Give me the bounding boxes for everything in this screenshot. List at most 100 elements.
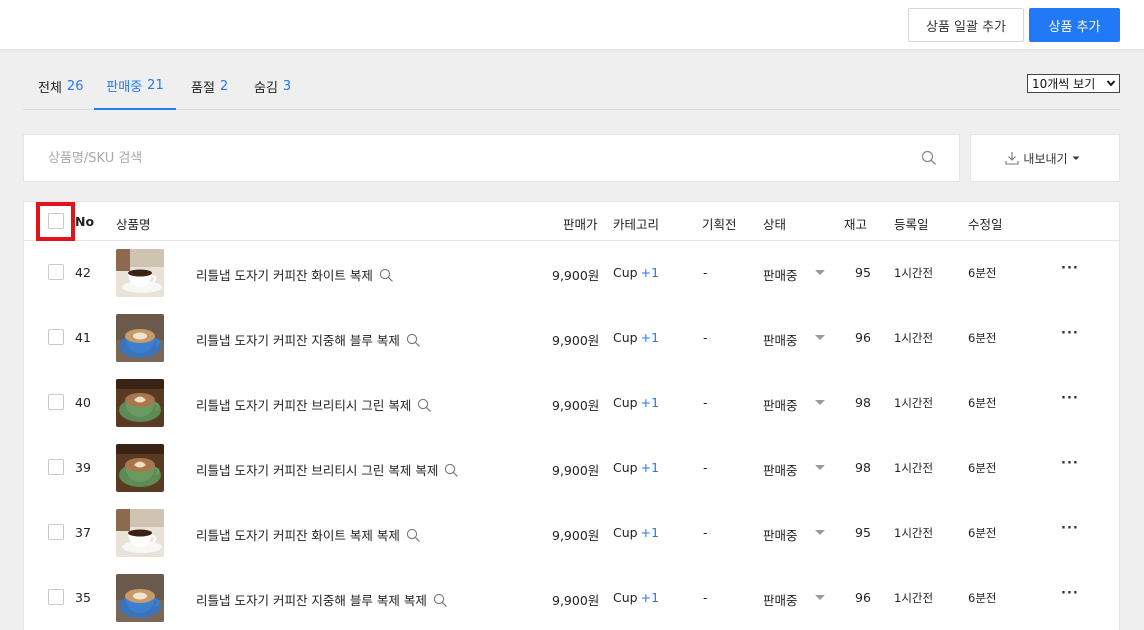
status-select[interactable]: 판매중 bbox=[763, 395, 798, 414]
status-select[interactable]: 판매중 bbox=[763, 265, 798, 284]
row-category: Cup +1 bbox=[613, 590, 659, 605]
row-promo: - bbox=[703, 330, 708, 345]
preview-search-icon[interactable] bbox=[379, 268, 394, 283]
status-dropdown-icon[interactable] bbox=[815, 530, 825, 535]
tab-on-sale[interactable]: 판매중 21 bbox=[94, 62, 176, 110]
row-updated: 6분전 bbox=[968, 266, 997, 280]
category-more[interactable]: +1 bbox=[641, 590, 659, 605]
more-options-icon[interactable]: ··· bbox=[1061, 456, 1079, 471]
table-row[interactable]: 35 리틀냅 도자기 커피잔 지중해 블루 복제 복제 9,900원 Cup +1 - 판매… bbox=[24, 566, 1121, 630]
status-value: 판매중 bbox=[763, 463, 798, 478]
product-name[interactable]: 리틀냅 도자기 커피잔 지중해 블루 복제 bbox=[196, 333, 400, 348]
status-dropdown-icon[interactable] bbox=[815, 335, 825, 340]
product-name[interactable]: 리틀냅 도자기 커피잔 화이트 복제 복제 bbox=[196, 528, 400, 543]
category-more[interactable]: +1 bbox=[641, 460, 659, 475]
tab-sold-out[interactable]: 품절 2 bbox=[191, 62, 228, 110]
row-price: 9,900원 bbox=[552, 593, 600, 608]
row-updated: 6분전 bbox=[968, 526, 997, 540]
preview-search-icon[interactable] bbox=[433, 593, 448, 608]
table-row[interactable]: 40 리틀냅 도자기 커피잔 브리티시 그린 복제 9,900원 Cup +1 - 판매중 9… bbox=[24, 371, 1121, 436]
page-size-select[interactable]: 10개씩 보기 bbox=[1027, 74, 1120, 93]
status-value: 판매중 bbox=[763, 268, 798, 283]
preview-search-icon[interactable] bbox=[444, 463, 459, 478]
status-dropdown-icon[interactable] bbox=[815, 465, 825, 470]
product-name-cell: 리틀냅 도자기 커피잔 브리티시 그린 복제 복제 bbox=[196, 460, 459, 479]
col-status: 상태 bbox=[763, 217, 787, 232]
product-thumbnail[interactable] bbox=[116, 314, 164, 362]
row-created: 1시간전 bbox=[894, 396, 934, 410]
table-row[interactable]: 39 리틀냅 도자기 커피잔 브리티시 그린 복제 복제 9,900원 Cup +1 - 판… bbox=[24, 436, 1121, 501]
select-all-checkbox[interactable] bbox=[48, 213, 64, 229]
product-thumbnail[interactable] bbox=[116, 379, 164, 427]
category-more[interactable]: +1 bbox=[641, 525, 659, 540]
row-checkbox[interactable] bbox=[48, 459, 64, 475]
status-dropdown-icon[interactable] bbox=[815, 270, 825, 275]
more-options-icon[interactable]: ··· bbox=[1061, 391, 1079, 406]
col-created: 등록일 bbox=[894, 217, 929, 232]
col-promo: 기획전 bbox=[702, 217, 737, 232]
product-thumbnail[interactable] bbox=[116, 444, 164, 492]
row-checkbox[interactable] bbox=[48, 394, 64, 410]
status-select[interactable]: 판매중 bbox=[763, 590, 798, 609]
table-row[interactable]: 37 리틀냅 도자기 커피잔 화이트 복제 복제 9,900원 Cup +1 - 판매중 95… bbox=[24, 501, 1121, 566]
row-updated: 6분전 bbox=[968, 461, 997, 475]
category-more[interactable]: +1 bbox=[641, 330, 659, 345]
row-price: 9,900원 bbox=[552, 463, 600, 478]
category-name: Cup bbox=[613, 395, 638, 410]
product-thumbnail[interactable] bbox=[116, 249, 164, 297]
row-no: 42 bbox=[75, 265, 91, 280]
row-promo: - bbox=[703, 265, 708, 280]
row-stock: 96 bbox=[855, 330, 871, 345]
add-product-button[interactable]: 상품 추가 bbox=[1029, 8, 1120, 42]
status-dropdown-icon[interactable] bbox=[815, 595, 825, 600]
row-updated: 6분전 bbox=[968, 591, 997, 605]
search-bar bbox=[23, 134, 960, 182]
row-checkbox[interactable] bbox=[48, 329, 64, 345]
row-checkbox[interactable] bbox=[48, 589, 64, 605]
more-options-icon[interactable]: ··· bbox=[1061, 586, 1079, 601]
category-more[interactable]: +1 bbox=[641, 265, 659, 280]
row-category: Cup +1 bbox=[613, 525, 659, 540]
table-row[interactable]: 42 리틀냅 도자기 커피잔 화이트 복제 9,900원 Cup +1 - 판매중 95 1시간… bbox=[24, 241, 1121, 306]
row-created: 1시간전 bbox=[894, 331, 934, 345]
preview-search-icon[interactable] bbox=[406, 528, 421, 543]
status-select[interactable]: 판매중 bbox=[763, 330, 798, 349]
search-icon[interactable] bbox=[921, 150, 937, 166]
row-promo: - bbox=[703, 395, 708, 410]
more-options-icon[interactable]: ··· bbox=[1061, 326, 1079, 341]
row-checkbox[interactable] bbox=[48, 524, 64, 540]
col-name: 상품명 bbox=[116, 217, 151, 232]
tab-hidden[interactable]: 숨김 3 bbox=[254, 62, 291, 110]
preview-search-icon[interactable] bbox=[406, 333, 421, 348]
status-select[interactable]: 판매중 bbox=[763, 460, 798, 479]
product-name[interactable]: 리틀냅 도자기 커피잔 브리티시 그린 복제 복제 bbox=[196, 463, 438, 478]
row-price: 9,900원 bbox=[552, 333, 600, 348]
preview-search-icon[interactable] bbox=[417, 398, 432, 413]
category-more[interactable]: +1 bbox=[641, 395, 659, 410]
col-stock: 재고 bbox=[844, 217, 868, 232]
row-category: Cup +1 bbox=[613, 395, 659, 410]
caret-down-icon bbox=[1072, 156, 1080, 160]
product-name[interactable]: 리틀냅 도자기 커피잔 화이트 복제 bbox=[196, 268, 373, 283]
row-created: 1시간전 bbox=[894, 591, 934, 605]
product-thumbnail[interactable] bbox=[116, 509, 164, 557]
status-dropdown-icon[interactable] bbox=[815, 400, 825, 405]
product-name[interactable]: 리틀냅 도자기 커피잔 브리티시 그린 복제 bbox=[196, 398, 411, 413]
row-created: 1시간전 bbox=[894, 266, 934, 280]
product-thumbnail[interactable] bbox=[116, 574, 164, 622]
bulk-add-button[interactable]: 상품 일괄 추가 bbox=[908, 8, 1024, 42]
row-no: 41 bbox=[75, 330, 91, 345]
row-no: 39 bbox=[75, 460, 91, 475]
more-options-icon[interactable]: ··· bbox=[1061, 261, 1079, 276]
tab-count: 2 bbox=[219, 78, 229, 94]
tab-all[interactable]: 전체 26 bbox=[38, 62, 83, 110]
tab-label: 숨김 bbox=[254, 80, 278, 96]
row-price: 9,900원 bbox=[552, 528, 600, 543]
search-input[interactable] bbox=[48, 150, 908, 166]
row-checkbox[interactable] bbox=[48, 264, 64, 280]
table-row[interactable]: 41 리틀냅 도자기 커피잔 지중해 블루 복제 9,900원 Cup +1 - 판매중 96… bbox=[24, 306, 1121, 371]
status-select[interactable]: 판매중 bbox=[763, 525, 798, 544]
export-button[interactable]: 내보내기 bbox=[970, 134, 1120, 182]
product-name[interactable]: 리틀냅 도자기 커피잔 지중해 블루 복제 복제 bbox=[196, 593, 427, 608]
more-options-icon[interactable]: ··· bbox=[1061, 521, 1079, 536]
